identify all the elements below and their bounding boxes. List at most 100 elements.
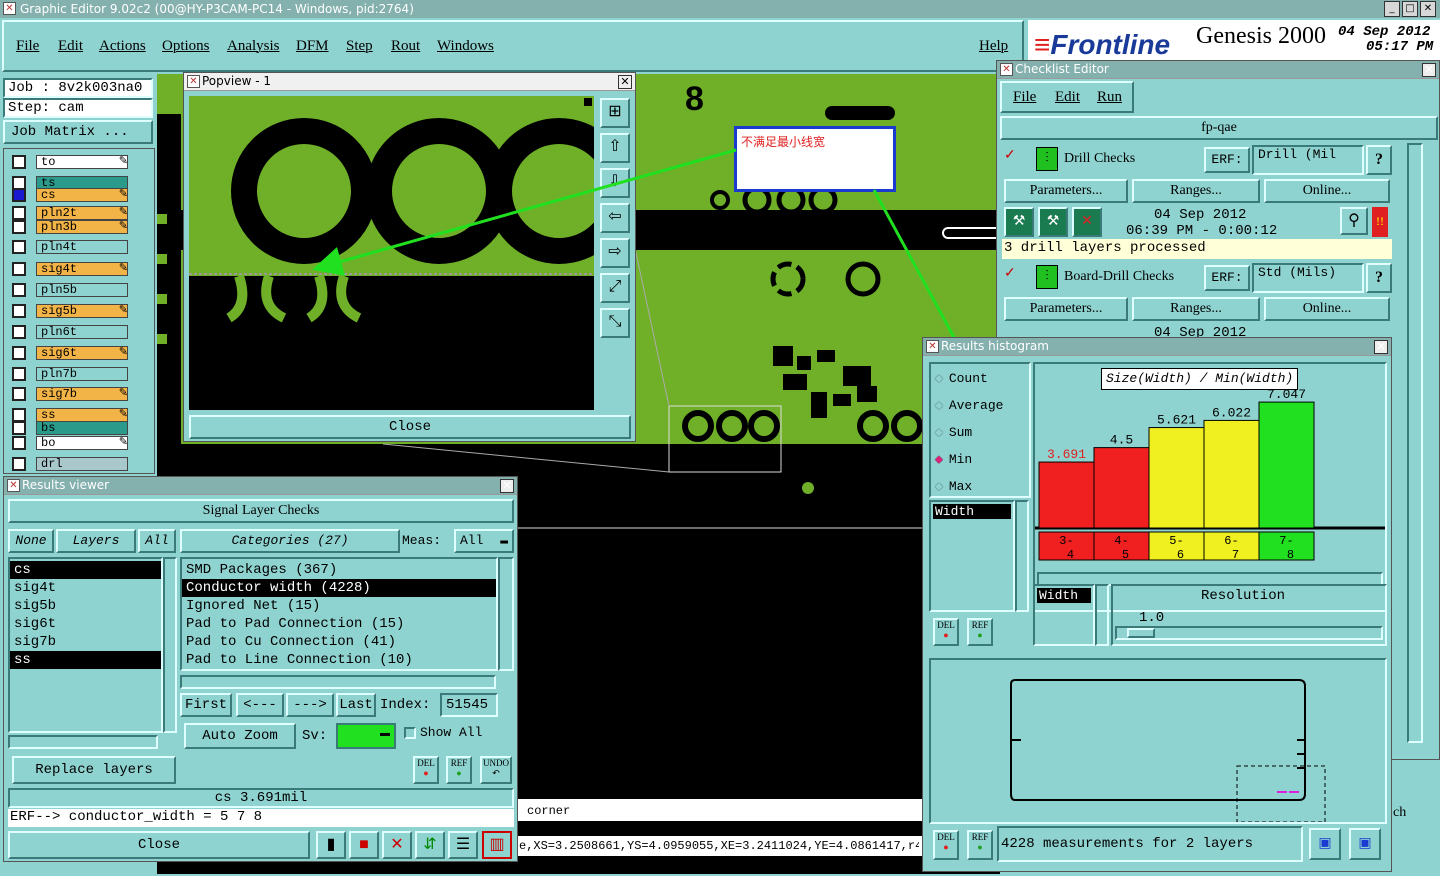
layer-row-cs[interactable]: cs ✎ (12, 188, 130, 202)
check-enable-icon[interactable]: ✓ (1004, 149, 1018, 163)
histogram-close-x[interactable]: ✕ (1374, 340, 1388, 354)
edit-layer-icon[interactable]: ✎ (119, 206, 128, 219)
popview-close-button[interactable]: Close (189, 415, 631, 439)
maximize-button[interactable]: □ (1402, 1, 1418, 17)
layer-name[interactable]: bs (36, 421, 128, 435)
del-icon[interactable]: DEL ● (413, 756, 439, 784)
layer-checkbox[interactable] (12, 220, 26, 234)
layer-list-scrollbar[interactable] (163, 557, 177, 733)
layer-checkbox[interactable] (12, 408, 26, 422)
check-1-ranges[interactable]: Ranges... (1132, 179, 1260, 203)
all-layers-button[interactable]: All (138, 529, 176, 553)
statistic-option-count[interactable]: ◆ Count (935, 368, 988, 390)
menu-actions[interactable]: Actions (99, 38, 146, 55)
export-icon[interactable]: ▣ (1309, 828, 1341, 860)
category-list-item[interactable]: Pad to Pad Connection (15) (182, 615, 496, 633)
field-list[interactable]: Width (929, 500, 1015, 612)
pan-up-icon[interactable]: ⇧ (600, 133, 630, 163)
field-item[interactable]: Width (933, 504, 1011, 519)
layer-name[interactable]: to (36, 155, 128, 169)
index-input[interactable]: 51545 (440, 693, 498, 717)
statistic-option-min[interactable]: ◆ Min (935, 449, 972, 471)
popview-close-x[interactable]: ✕ (618, 75, 632, 89)
close-button[interactable]: ✕ (1420, 1, 1436, 17)
menu-analysis[interactable]: Analysis (227, 38, 280, 55)
menu-help[interactable]: Help (979, 38, 1008, 55)
replace-layers-dropdown[interactable]: Replace layers (12, 756, 176, 784)
edit-layer-icon[interactable]: ✎ (119, 436, 128, 449)
menu-step[interactable]: Step (346, 38, 373, 55)
layer-row-drl[interactable]: drl (12, 457, 130, 471)
edit-layer-icon[interactable]: ✎ (119, 188, 128, 201)
menu-edit[interactable]: Edit (58, 38, 83, 55)
histogram-bar[interactable] (1148, 427, 1205, 529)
check-2-ranges[interactable]: Ranges... (1132, 297, 1260, 321)
layer-checkbox[interactable] (12, 367, 26, 381)
edit-layer-icon[interactable]: ✎ (119, 304, 128, 317)
display-icon[interactable]: ▣ (1349, 828, 1381, 860)
ruler-icon[interactable]: ▮ (316, 831, 346, 859)
category-list-item[interactable]: Ignored Net (15) (182, 597, 496, 615)
erase-icon[interactable]: ■ (349, 831, 379, 859)
layer-checkbox[interactable] (12, 206, 26, 220)
layer-row-pln6t[interactable]: pln6t (12, 325, 130, 339)
help-icon[interactable]: ? (1366, 263, 1392, 293)
layer-checkbox[interactable] (12, 325, 26, 339)
menu-file[interactable]: File (16, 38, 39, 55)
category-list-item[interactable]: Pad to Line Connection (10) (182, 651, 496, 669)
edit-layer-icon[interactable]: ✎ (119, 387, 128, 400)
histogram-icon[interactable]: ▥ (482, 831, 512, 859)
zoom-in-icon[interactable]: ⤢ (600, 273, 630, 303)
preview-ref-icon[interactable]: REF ● (967, 830, 993, 860)
checklist-menu-edit[interactable]: Edit (1055, 89, 1080, 106)
next-button[interactable]: ---> (286, 693, 334, 717)
resolution-slider[interactable] (1115, 626, 1383, 640)
sv-color-dropdown[interactable]: ▬ (336, 723, 396, 749)
prev-button[interactable]: <--- (236, 693, 284, 717)
layer-row-sig4t[interactable]: sig4t ✎ (12, 262, 130, 276)
meas-dropdown[interactable]: All ▬ (454, 529, 514, 553)
layer-list-item[interactable]: cs (10, 561, 161, 579)
layer-checkbox[interactable] (12, 283, 26, 297)
layer-row-pln4t[interactable]: pln4t (12, 240, 130, 254)
pan-right-icon[interactable]: ⇨ (600, 238, 630, 268)
last-button[interactable]: Last (336, 693, 376, 717)
layer-row-sig5b[interactable]: sig5b ✎ (12, 304, 130, 318)
layer-name[interactable]: drl (36, 457, 128, 471)
layer-list-item[interactable]: ss (10, 651, 161, 669)
run-icon[interactable]: ⚒ (1004, 207, 1034, 237)
edit-layer-icon[interactable]: ✎ (119, 346, 128, 359)
help-icon[interactable]: ? (1366, 145, 1392, 175)
resolution-scrollbar[interactable] (1095, 584, 1109, 646)
layer-name[interactable]: bo (36, 436, 128, 450)
layer-row-bs[interactable]: bs (12, 421, 130, 435)
category-list[interactable]: SMD Packages (367) Conductor width (4228)… (180, 557, 498, 671)
layer-row-sig7b[interactable]: sig7b ✎ (12, 387, 130, 401)
layer-list-item[interactable]: sig4t (10, 579, 161, 597)
check-2-online[interactable]: Online... (1264, 297, 1390, 321)
results-viewer-close-x[interactable]: ✕ (500, 479, 514, 493)
slider-thumb[interactable] (1127, 628, 1155, 638)
layer-name[interactable]: sig6t (36, 346, 128, 360)
resolution-field-item[interactable]: Width (1037, 588, 1091, 603)
statistic-option-sum[interactable]: ◆ Sum (935, 422, 972, 444)
layer-name[interactable]: sig5b (36, 304, 128, 318)
category-list-item[interactable]: Conductor width (4228) (182, 579, 496, 597)
ref-icon[interactable]: REF ● (446, 756, 472, 784)
zoom-out-icon[interactable]: ⤡ (600, 308, 630, 338)
checklist-close-x[interactable]: ✕ (1422, 63, 1436, 77)
edit-layer-icon[interactable]: ✎ (119, 220, 128, 233)
check-enable-icon[interactable]: ✓ (1004, 267, 1018, 281)
run-all-icon[interactable]: ⚒ (1038, 207, 1068, 237)
zoom-icon[interactable]: ⚲ (1340, 207, 1368, 235)
layer-checkbox[interactable] (12, 262, 26, 276)
statistic-option-max[interactable]: ◆ Max (935, 476, 972, 498)
menu-rout[interactable]: Rout (391, 38, 420, 55)
histogram-del-icon[interactable]: DEL ● (933, 618, 959, 646)
layer-checkbox[interactable] (12, 421, 26, 435)
layer-checkbox[interactable] (12, 387, 26, 401)
layer-row-pln3b[interactable]: pln3b ✎ (12, 220, 130, 234)
layer-checkbox[interactable] (12, 188, 26, 202)
checklist-menu-run[interactable]: Run (1097, 89, 1122, 106)
step-icon[interactable]: ⇵ (415, 831, 445, 859)
